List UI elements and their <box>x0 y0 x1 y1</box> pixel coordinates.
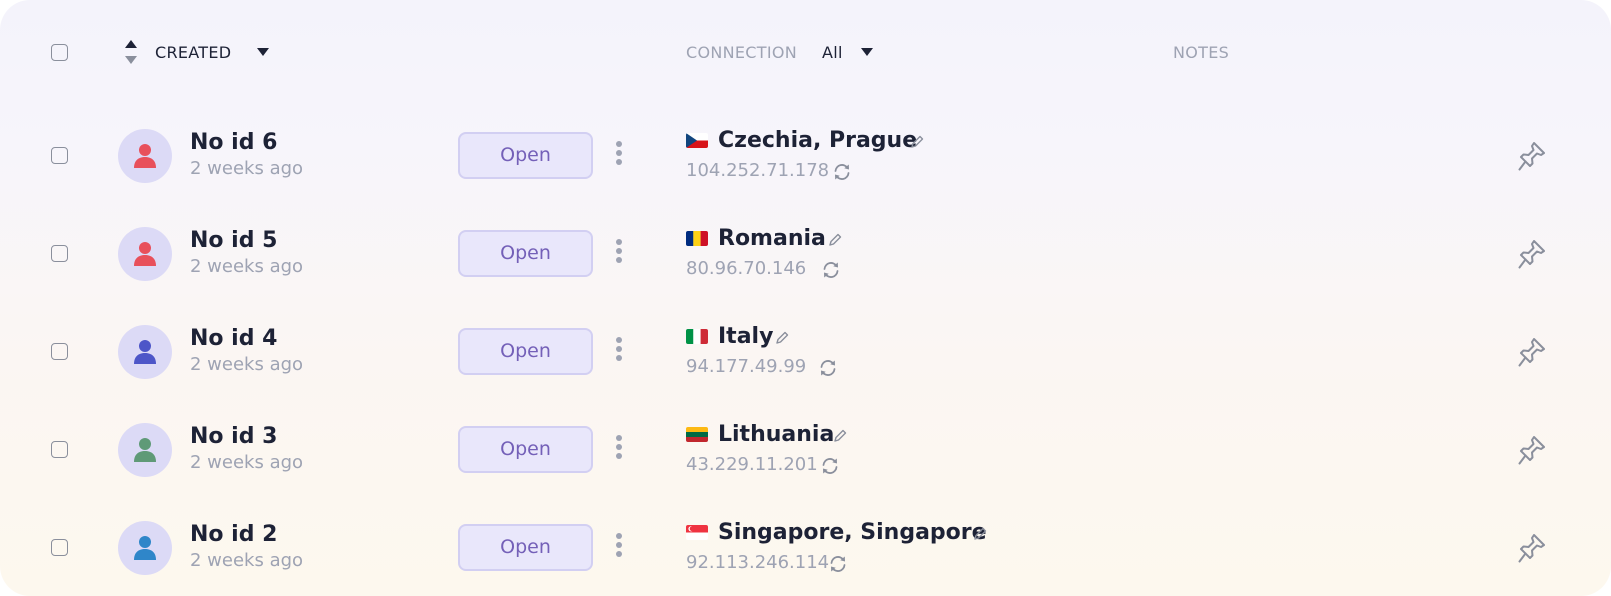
location-name: Italy <box>718 324 774 349</box>
romania-flag-icon <box>686 231 708 246</box>
profile-name[interactable]: No id 5 <box>190 228 277 254</box>
select-all-checkbox[interactable] <box>51 44 68 61</box>
avatar <box>118 423 172 477</box>
open-button[interactable]: Open <box>458 524 593 571</box>
avatar <box>118 129 172 183</box>
refresh-ip-icon[interactable] <box>832 162 852 182</box>
user-icon <box>134 536 156 560</box>
pin-icon[interactable] <box>1517 434 1547 466</box>
location-name: Singapore, Singapore <box>718 520 987 545</box>
edit-pencil-icon[interactable] <box>973 527 987 541</box>
user-icon <box>134 242 156 266</box>
refresh-ip-icon[interactable] <box>821 260 841 280</box>
more-options-icon[interactable] <box>612 435 626 467</box>
singapore-flag-icon <box>686 525 708 540</box>
created-time: 2 weeks ago <box>190 256 304 277</box>
ip-address: 104.252.71.178 <box>686 160 830 181</box>
created-time: 2 weeks ago <box>190 354 304 375</box>
profile-name[interactable]: No id 3 <box>190 424 277 450</box>
pin-icon[interactable] <box>1517 336 1547 368</box>
connection-filter-caret-icon[interactable] <box>861 48 873 56</box>
edit-pencil-icon[interactable] <box>775 331 789 345</box>
user-icon <box>134 438 156 462</box>
pin-icon[interactable] <box>1517 238 1547 270</box>
refresh-ip-icon[interactable] <box>828 554 848 574</box>
more-options-icon[interactable] <box>612 141 626 173</box>
more-options-icon[interactable] <box>612 533 626 565</box>
table-row: No id 5 2 weeks ago Open Romania 80.96.7… <box>0 206 1611 304</box>
row-checkbox[interactable] <box>51 147 68 164</box>
location-name: Czechia, Prague <box>718 128 918 153</box>
open-button[interactable]: Open <box>458 328 593 375</box>
location-name: Lithuania <box>718 422 835 447</box>
sort-arrows-icon[interactable] <box>125 40 137 66</box>
created-dropdown-caret-icon[interactable] <box>257 48 269 56</box>
czechia-flag-icon <box>686 133 708 148</box>
table-row: No id 2 2 weeks ago Open Singapore, Sing… <box>0 500 1611 596</box>
more-options-icon[interactable] <box>612 337 626 369</box>
refresh-ip-icon[interactable] <box>818 358 838 378</box>
created-time: 2 weeks ago <box>190 158 304 179</box>
row-checkbox[interactable] <box>51 441 68 458</box>
open-button[interactable]: Open <box>458 230 593 277</box>
avatar <box>118 325 172 379</box>
open-button[interactable]: Open <box>458 426 593 473</box>
more-options-icon[interactable] <box>612 239 626 271</box>
italy-flag-icon <box>686 329 708 344</box>
profile-name[interactable]: No id 4 <box>190 326 277 352</box>
user-icon <box>134 144 156 168</box>
pin-icon[interactable] <box>1517 532 1547 564</box>
edit-pencil-icon[interactable] <box>828 233 842 247</box>
location-name: Romania <box>718 226 826 251</box>
avatar <box>118 521 172 575</box>
created-column-header[interactable]: CREATED <box>155 43 231 63</box>
row-checkbox[interactable] <box>51 245 68 262</box>
connection-filter-select[interactable]: All <box>822 43 843 63</box>
ip-address: 43.229.11.201 <box>686 454 818 475</box>
ip-address: 92.113.246.114 <box>686 552 830 573</box>
lithuania-flag-icon <box>686 427 708 442</box>
edit-pencil-icon[interactable] <box>910 135 924 149</box>
open-button[interactable]: Open <box>458 132 593 179</box>
table-row: No id 4 2 weeks ago Open Italy 94.177.49… <box>0 304 1611 402</box>
table-header: CREATED CONNECTION All NOTES <box>0 0 1611 108</box>
connection-column-header: CONNECTION <box>686 43 798 62</box>
edit-pencil-icon[interactable] <box>833 429 847 443</box>
table-row: No id 6 2 weeks ago Open Czechia, Prague… <box>0 108 1611 206</box>
created-time: 2 weeks ago <box>190 452 304 473</box>
profile-name[interactable]: No id 6 <box>190 130 277 156</box>
refresh-ip-icon[interactable] <box>820 456 840 476</box>
table-row: No id 3 2 weeks ago Open Lithuania 43.22… <box>0 402 1611 500</box>
created-time: 2 weeks ago <box>190 550 304 571</box>
avatar <box>118 227 172 281</box>
profile-name[interactable]: No id 2 <box>190 522 277 548</box>
pin-icon[interactable] <box>1517 140 1547 172</box>
user-icon <box>134 340 156 364</box>
profiles-table: CREATED CONNECTION All NOTES No id 6 2 w… <box>0 0 1611 596</box>
ip-address: 94.177.49.99 <box>686 356 807 377</box>
notes-column-header: NOTES <box>1173 43 1230 62</box>
row-checkbox[interactable] <box>51 539 68 556</box>
row-checkbox[interactable] <box>51 343 68 360</box>
ip-address: 80.96.70.146 <box>686 258 807 279</box>
